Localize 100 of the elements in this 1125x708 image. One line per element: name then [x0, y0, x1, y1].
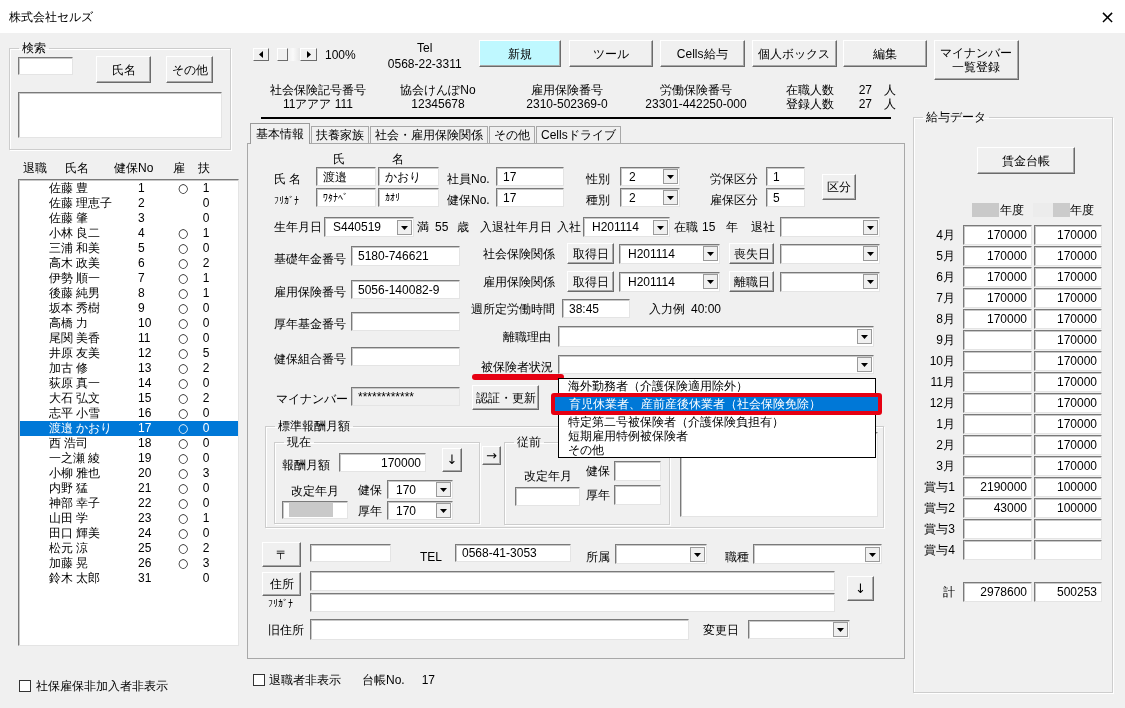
employee-row[interactable]: 佐藤 豊 1 ○ 1 [20, 181, 238, 196]
dropdown-field[interactable]: 2 [620, 188, 680, 207]
employee-row[interactable]: 佐藤 理恵子 2 0 [20, 196, 238, 211]
toolbar-button[interactable]: ツール [568, 40, 653, 67]
dropdown-option[interactable]: 育児休業者、産前産後休業者（社会保険免除） [555, 397, 878, 411]
checkbox[interactable] [253, 674, 265, 686]
amount-field[interactable]: 170000 [1034, 225, 1102, 245]
employee-row[interactable]: 松元 涼 25 ○ 2 [20, 541, 238, 556]
input-field[interactable] [515, 487, 580, 506]
amount-field[interactable]: 170000 [1034, 267, 1102, 287]
date-button[interactable]: 離職日 [729, 271, 774, 292]
date-button[interactable]: 取得日 [567, 243, 614, 264]
employee-row[interactable]: 小林 良二 4 ○ 1 [20, 226, 238, 241]
verify-update-button[interactable]: 認証・更新 [472, 385, 539, 410]
search-button[interactable]: 氏名 [96, 56, 151, 83]
scroll-right-button[interactable] [300, 48, 317, 61]
input-field[interactable] [351, 347, 460, 366]
search-field[interactable] [18, 57, 73, 75]
amount-field[interactable]: 100000 [1034, 477, 1102, 497]
amount-field[interactable]: 170000 [1034, 414, 1102, 434]
amount-field[interactable]: 170000 [1034, 456, 1102, 476]
results-field[interactable] [18, 92, 222, 138]
total-field[interactable]: 500253 [1034, 582, 1102, 602]
amount-field[interactable]: 170000 [1034, 246, 1102, 266]
tab[interactable]: 基本情報 [250, 123, 310, 144]
dropdown-option[interactable]: 短期雇用特例被保険者 [559, 429, 875, 443]
amount-field[interactable]: 170000 [1034, 372, 1102, 392]
right-arrow-button[interactable]: → [482, 446, 501, 465]
address-button[interactable]: 住所 [262, 572, 301, 596]
dropdown-field[interactable]: 2 [620, 167, 680, 186]
input-field[interactable]: 5180-746621 [351, 246, 460, 266]
employee-row[interactable]: 鈴木 太郎 31 0 [20, 571, 238, 586]
employee-row[interactable]: 志平 小雪 16 ○ 0 [20, 406, 238, 421]
dropdown-field[interactable] [753, 544, 882, 564]
input-field[interactable] [310, 593, 835, 612]
employee-row[interactable]: 西 浩司 18 ○ 0 [20, 436, 238, 451]
tab[interactable]: 社会・雇用保険関係 [370, 126, 488, 143]
amount-field[interactable] [963, 330, 1032, 350]
amount-field[interactable]: 170000 [1034, 393, 1102, 413]
dropdown-field[interactable] [615, 544, 707, 564]
amount-field[interactable]: 170000 [1034, 309, 1102, 329]
checkbox[interactable] [19, 680, 31, 692]
zoom-scrollbar[interactable] [253, 48, 317, 61]
dropdown-field[interactable]: 170 [387, 501, 453, 520]
amount-field[interactable]: 170000 [963, 288, 1032, 308]
amount-field[interactable] [963, 372, 1032, 392]
amount-field[interactable] [1034, 519, 1102, 539]
employee-row[interactable]: 一之瀬 綾 19 ○ 0 [20, 451, 238, 466]
input-field[interactable]: 0568-41-3053 [455, 544, 571, 562]
amount-field[interactable] [963, 540, 1032, 560]
tab[interactable]: 扶養家族 [311, 126, 369, 143]
toolbar-button[interactable]: マイナンバー一覧登録 [933, 40, 1019, 80]
employee-row[interactable]: 渡邉 かおり 17 ○ 0 [20, 421, 238, 436]
employee-row[interactable]: 高木 政美 6 ○ 2 [20, 256, 238, 271]
amount-field[interactable]: 170000 [963, 225, 1032, 245]
amount-field[interactable]: 170000 [963, 246, 1032, 266]
input-field[interactable] [310, 571, 835, 591]
dropdown-option[interactable]: 特定第二号被保険者（介護保険負担有） [559, 415, 875, 429]
input-field[interactable] [614, 485, 661, 505]
date-button[interactable]: 取得日 [567, 271, 614, 292]
amount-field[interactable] [963, 435, 1032, 455]
employee-row[interactable]: 山田 学 23 ○ 1 [20, 511, 238, 526]
down-arrow-button[interactable]: ↓ [442, 448, 462, 472]
total-field[interactable]: 2978600 [963, 582, 1032, 602]
input-field[interactable]: 17 [496, 167, 564, 186]
name-field[interactable]: 渡邉 [316, 167, 376, 186]
employee-row[interactable]: 小柳 雅也 20 ○ 3 [20, 466, 238, 481]
amount-field[interactable] [963, 456, 1032, 476]
dropdown-field[interactable]: H201114 [619, 271, 720, 292]
scroll-thumb[interactable] [277, 48, 288, 61]
employee-row[interactable]: 内野 猛 21 ○ 0 [20, 481, 238, 496]
employee-row[interactable]: 尾関 美香 11 ○ 0 [20, 331, 238, 346]
date-button[interactable]: 喪失日 [729, 243, 774, 264]
class-button[interactable]: 区分 [822, 174, 856, 200]
input-field[interactable]: 17 [496, 188, 564, 207]
employee-row[interactable]: 三浦 和美 5 ○ 0 [20, 241, 238, 256]
toolbar-button[interactable]: 個人ボックス [751, 40, 837, 67]
dropdown-option[interactable]: その他 [559, 443, 875, 457]
amount-field[interactable]: 43000 [963, 498, 1032, 518]
employee-row[interactable]: 伊勢 順一 7 ○ 1 [20, 271, 238, 286]
dropdown-option[interactable]: 海外勤務者（介護保険適用除外） [559, 379, 875, 393]
toolbar-button[interactable]: 編集 [842, 40, 927, 67]
scroll-left-button[interactable] [253, 48, 269, 61]
dropdown-field[interactable] [558, 326, 874, 347]
dropdown-field[interactable] [558, 355, 874, 374]
toolbar-button[interactable]: 新規 [478, 40, 561, 67]
employee-row[interactable]: 加藤 晃 26 ○ 3 [20, 556, 238, 571]
dropdown-field[interactable]: H201114 [583, 217, 670, 237]
search-button[interactable]: その他 [166, 56, 213, 83]
employee-row[interactable]: 佐藤 肇 3 0 [20, 211, 238, 226]
amount-field[interactable] [1034, 540, 1102, 560]
tab[interactable]: その他 [489, 126, 535, 143]
dropdown-field[interactable]: H201114 [619, 243, 720, 264]
postal-button[interactable]: 〒 [262, 542, 301, 567]
name-field[interactable]: かおり [378, 167, 439, 186]
ledger-button[interactable]: 賃金台帳 [977, 147, 1075, 174]
dropdown-field[interactable] [780, 217, 880, 237]
input-field[interactable]: 5056-140082-9 [351, 280, 460, 299]
furigana-field[interactable]: ﾜﾀﾅﾍﾞ [316, 188, 376, 207]
amount-field[interactable]: 100000 [1034, 498, 1102, 518]
